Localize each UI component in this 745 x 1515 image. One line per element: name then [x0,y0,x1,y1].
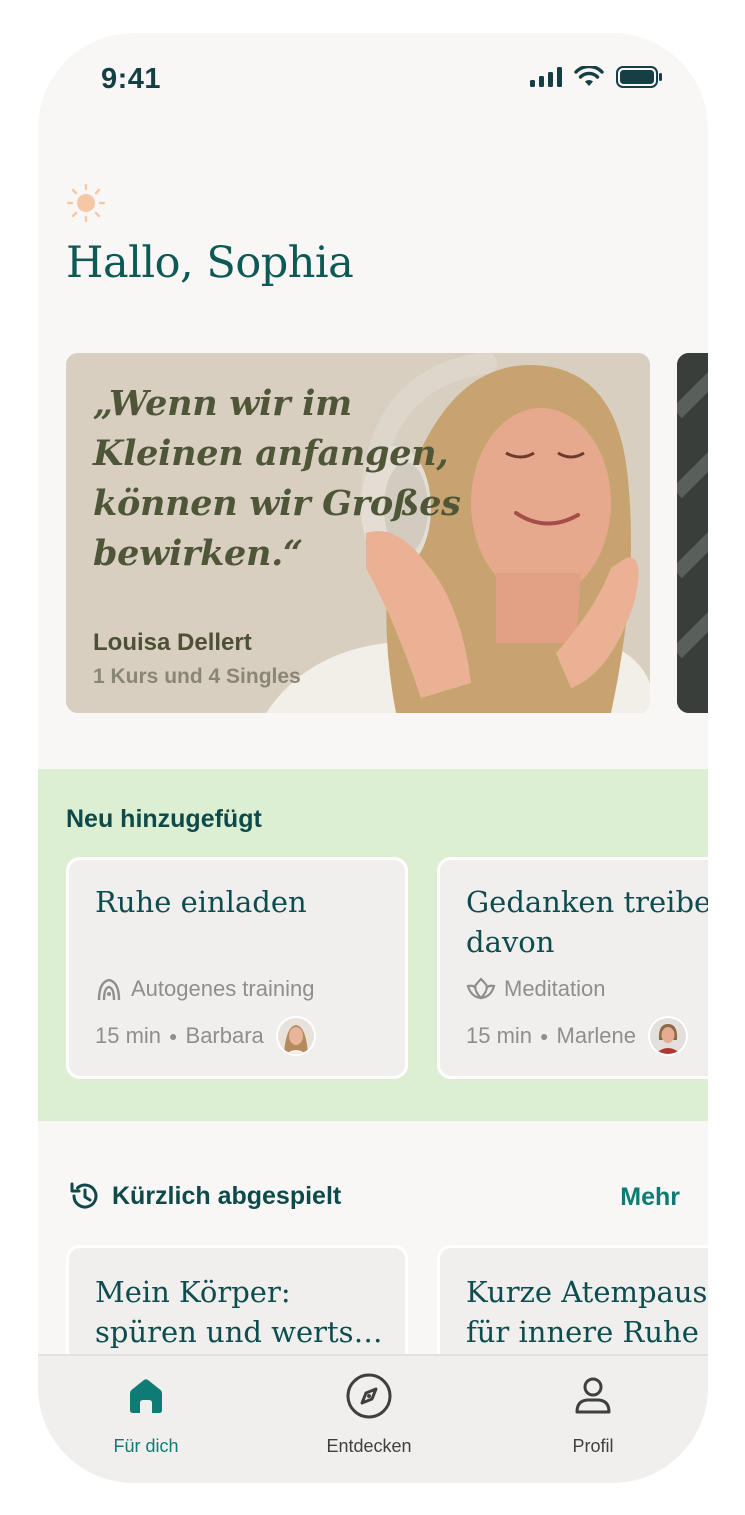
more-link[interactable]: Mehr [620,1183,680,1212]
profile-icon [569,1372,617,1420]
compass-icon [345,1372,393,1420]
recent-section-title: Kürzlich abgespielt [112,1181,342,1210]
bottom-tab-bar: Für dich Entdecken Profil [38,1354,708,1483]
session-teacher: Barbara [185,1023,264,1048]
recent-header: Kürzlich abgespielt [68,1179,341,1213]
separator-dot: ● [169,1028,178,1044]
session-category: Autogenes training [95,976,314,1002]
featured-quote-card[interactable]: „Wenn wir im Kleinen anfangen, können wi… [66,353,650,713]
battery-icon [616,66,662,88]
session-meta: 15 min ● Marlene [466,1016,688,1056]
tab-profile[interactable]: Profil [518,1372,668,1457]
recent-card-title: Kurze Atempaus für innere Ruhe [466,1275,708,1349]
session-title: Ruhe einladen [95,885,307,919]
session-duration: 15 min [95,1023,162,1048]
greeting-heading: Hallo, Sophia [66,238,354,288]
session-card[interactable]: Gedanken treibe davon Meditation 15 min … [437,857,708,1079]
next-featured-card-peek[interactable] [677,353,708,713]
session-title-line2: davon [466,925,555,959]
session-title: Gedanken treibe davon [466,882,708,962]
quote-author: Louisa Dellert [93,629,252,656]
history-icon [70,1182,98,1209]
wifi-icon [574,66,604,86]
autogenic-training-icon [97,978,121,1001]
new-added-section: Neu hinzugefügt Ruhe einladen Autogenes … [38,769,708,1121]
session-teacher: Marlene [556,1023,636,1048]
tab-label: Profil [572,1436,614,1456]
new-section-title: Neu hinzugefügt [66,805,262,833]
teacher-avatar [648,1016,688,1056]
quote-meta: 1 Kurs und 4 Singles [93,665,301,688]
quote-text: „Wenn wir im Kleinen anfangen, können wi… [93,383,461,574]
recent-card-title: Mein Körper: spüren und werts… [95,1275,383,1349]
peek-card-image [677,353,708,713]
lotus-icon [466,977,496,1000]
session-category: Meditation [466,976,606,1002]
status-time: 9:41 [101,63,162,95]
session-card[interactable]: Ruhe einladen Autogenes training 15 min … [66,857,408,1079]
sun-icon [66,183,106,223]
session-duration: 15 min [466,1023,533,1048]
teacher-avatar [275,1016,316,1056]
tab-label: Entdecken [326,1436,412,1456]
tab-discover[interactable]: Entdecken [294,1372,444,1457]
tab-label: Für dich [113,1436,179,1456]
separator-dot: ● [540,1028,549,1044]
phone-screen: 9:41 Hallo, Sophia „Wenn wir im Kleinen … [38,33,708,1483]
session-category-label: Meditation [504,976,606,1001]
session-title-line1: Gedanken treibe [466,885,708,919]
tab-for-you[interactable]: Für dich [71,1372,221,1457]
status-icons [530,65,662,89]
session-meta: 15 min ● Barbara [95,1016,316,1056]
home-icon [122,1372,170,1420]
session-category-label: Autogenes training [131,976,315,1001]
signal-icon [530,67,562,87]
